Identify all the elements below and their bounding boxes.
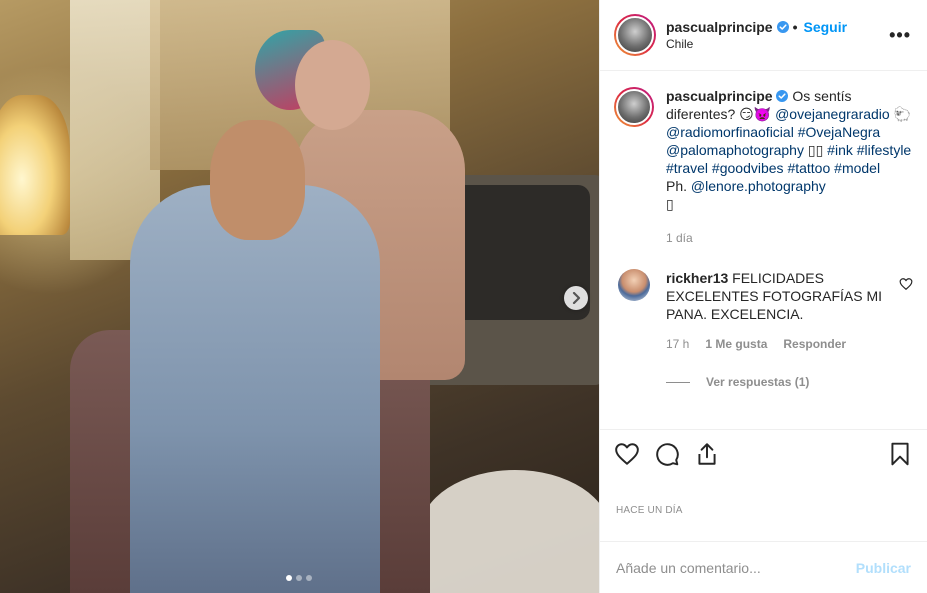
caption-link[interactable]: #ink <box>827 142 853 158</box>
caption-link[interactable]: @palomaphotography <box>666 142 804 158</box>
caption-link[interactable]: #goodvibes <box>712 160 784 176</box>
caption-link[interactable]: @radiomorfinaoficial <box>666 124 794 140</box>
photo-man-head <box>210 120 305 240</box>
caption-link[interactable]: #tattoo <box>787 160 830 176</box>
follow-button[interactable]: Seguir <box>804 19 848 35</box>
publish-button[interactable]: Publicar <box>856 560 911 576</box>
caption-link[interactable]: #travel <box>666 160 708 176</box>
comment-avatar[interactable] <box>618 269 650 301</box>
header-user-row: pascualprincipe • Seguir <box>666 19 889 35</box>
replies-divider <box>666 381 690 383</box>
post-sidebar: pascualprincipe • Seguir Chile ••• pascu… <box>599 0 927 593</box>
location-link[interactable]: Chile <box>666 37 889 51</box>
caption-link[interactable]: @lenore.photography <box>691 178 826 194</box>
caption-username[interactable]: pascualprincipe <box>666 88 773 104</box>
verified-badge-icon <box>776 21 789 33</box>
comment-body: rickher13 FELICIDADES EXCELENTES FOTOGRA… <box>666 269 891 353</box>
comment-heart-icon[interactable] <box>899 277 913 291</box>
comment-likes[interactable]: 1 Me gusta <box>705 335 767 353</box>
comment-item: rickher13 FELICIDADES EXCELENTES FOTOGRA… <box>614 269 913 353</box>
add-comment-bar: Publicar <box>600 541 927 593</box>
posted-timestamp[interactable]: HACE UN DÍA <box>600 477 927 541</box>
comment-username[interactable]: rickher13 <box>666 270 728 286</box>
caption-time[interactable]: 1 día <box>666 229 913 247</box>
header-user-info: pascualprincipe • Seguir Chile <box>666 19 889 51</box>
caption-link[interactable]: @ovejanegraradio <box>775 106 890 122</box>
heart-icon[interactable] <box>614 441 640 467</box>
caption-text-segment: 🐑 <box>889 106 912 122</box>
carousel-dot <box>296 575 302 581</box>
carousel-next-button[interactable] <box>564 286 588 310</box>
photo-lamp <box>0 95 70 235</box>
caption-text-segment: ▯ <box>666 196 674 212</box>
view-replies-button[interactable]: Ver respuestas (1) <box>666 375 913 389</box>
avatar[interactable] <box>616 16 654 54</box>
caption-content: Os sentís diferentes? 😏👿 @ovejanegraradi… <box>666 88 911 212</box>
bookmark-icon[interactable] <box>887 441 913 467</box>
chevron-right-icon <box>572 292 581 304</box>
verified-badge-icon <box>776 90 789 102</box>
comment-input[interactable] <box>616 559 856 576</box>
header-username[interactable]: pascualprincipe <box>666 19 773 35</box>
caption: pascualprincipe Os sentís diferentes? 😏👿… <box>614 87 913 247</box>
carousel-indicator <box>286 575 312 581</box>
caption-text: pascualprincipe Os sentís diferentes? 😏👿… <box>666 87 913 213</box>
caption-link[interactable]: #OvejaNegra <box>798 124 881 140</box>
caption-body: pascualprincipe Os sentís diferentes? 😏👿… <box>666 87 913 247</box>
more-options-icon[interactable]: ••• <box>889 25 911 46</box>
post-photo[interactable] <box>0 0 599 593</box>
post-actions <box>600 429 927 477</box>
comment-meta: 17 h 1 Me gusta Responder <box>666 335 891 353</box>
caption-text-segment: Ph. <box>666 178 691 194</box>
photo-man <box>130 185 380 593</box>
carousel-dot <box>306 575 312 581</box>
instagram-post: pascualprincipe • Seguir Chile ••• pascu… <box>0 0 927 593</box>
comment-time[interactable]: 17 h <box>666 335 689 353</box>
caption-link[interactable]: #model <box>834 160 880 176</box>
share-icon[interactable] <box>694 441 720 467</box>
header-separator: • <box>792 19 798 35</box>
carousel-dot-active <box>286 575 292 581</box>
comment-icon[interactable] <box>654 441 680 467</box>
comments-section: pascualprincipe Os sentís diferentes? 😏👿… <box>600 71 927 429</box>
photo-woman-head <box>295 40 370 130</box>
caption-avatar[interactable] <box>616 89 652 125</box>
comment-reply-button[interactable]: Responder <box>783 335 846 353</box>
comment-text-row: rickher13 FELICIDADES EXCELENTES FOTOGRA… <box>666 269 891 323</box>
post-header: pascualprincipe • Seguir Chile ••• <box>600 0 927 71</box>
caption-text-segment: ▯▯ <box>803 142 828 158</box>
photo-rug <box>420 470 599 593</box>
view-replies-label: Ver respuestas (1) <box>706 375 810 389</box>
caption-story-ring[interactable] <box>614 87 654 127</box>
story-ring[interactable] <box>614 14 656 56</box>
caption-link[interactable]: #lifestyle <box>857 142 911 158</box>
